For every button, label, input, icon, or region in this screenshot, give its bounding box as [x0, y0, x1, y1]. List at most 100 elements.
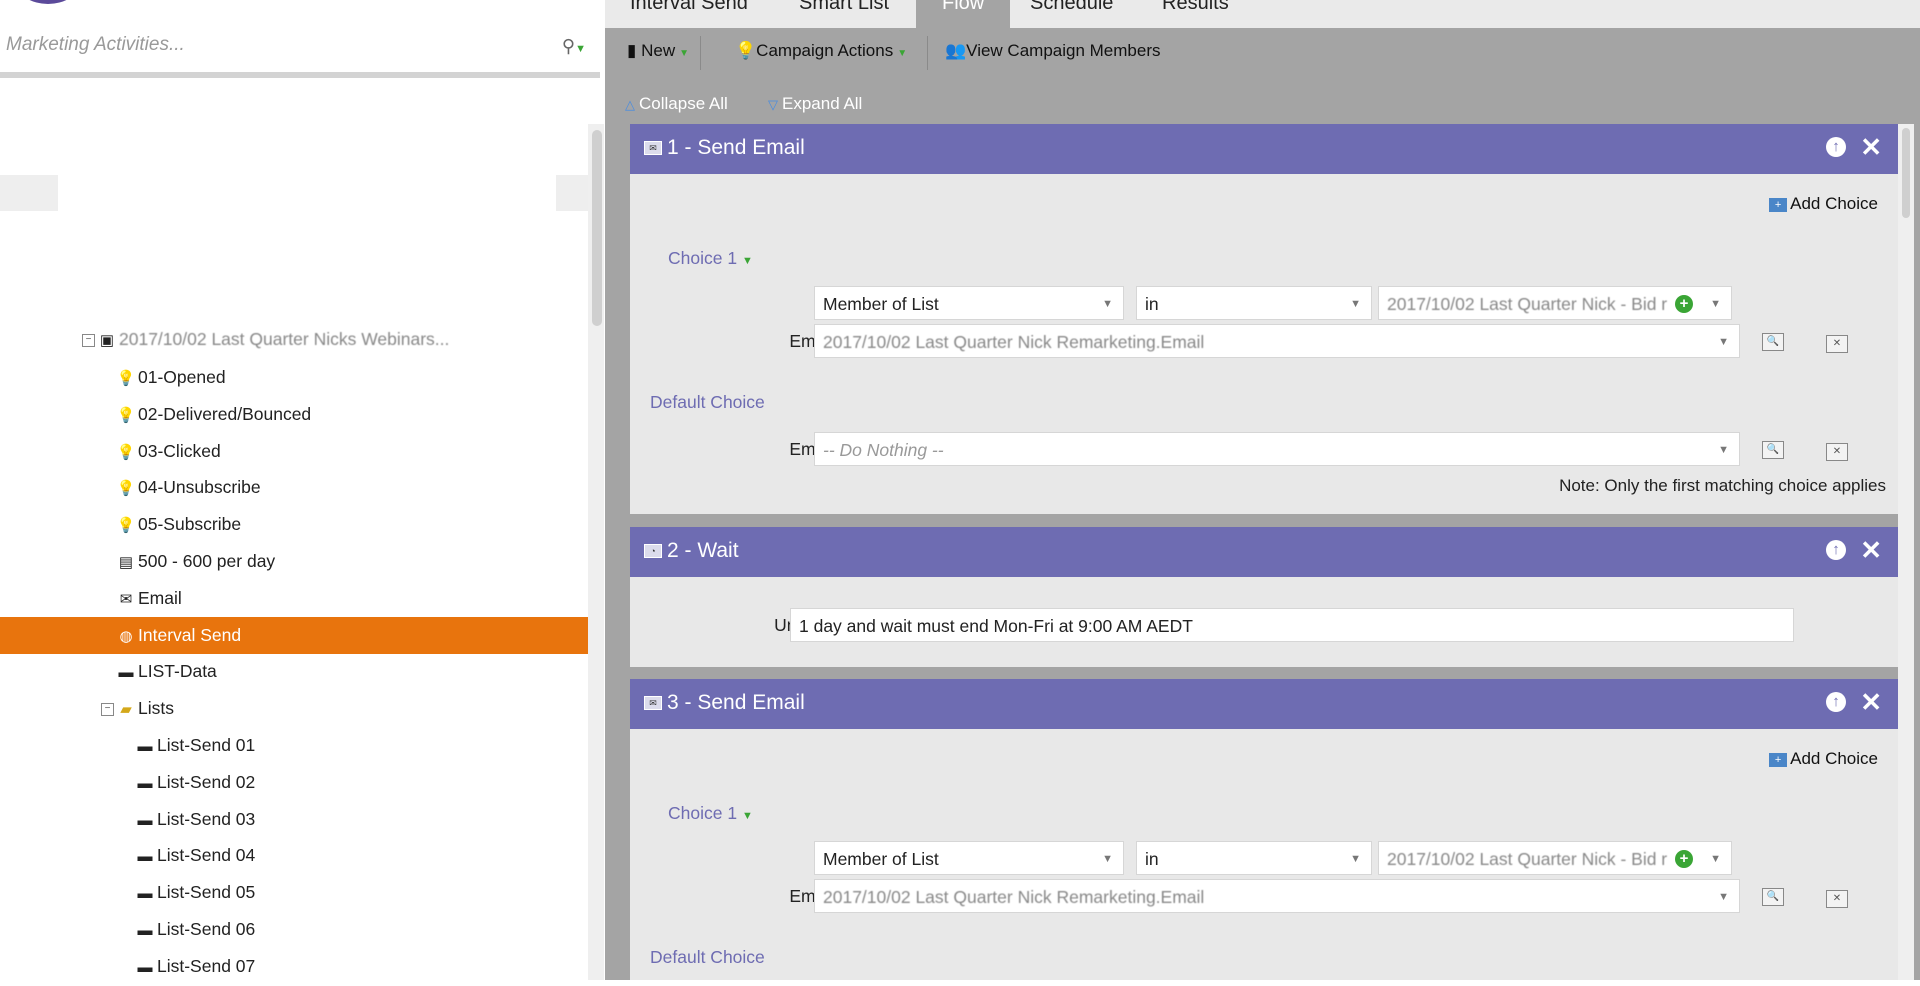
- close-icon[interactable]: ✕: [1860, 535, 1882, 566]
- tree-item[interactable]: 💡 05-Subscribe: [0, 506, 588, 543]
- delete-icon[interactable]: ✕: [1826, 890, 1848, 908]
- tree-folder-lists[interactable]: − ▰ Lists: [0, 690, 689, 727]
- flow-scrollbar[interactable]: [1898, 124, 1914, 980]
- step-header[interactable]: ✉ 3 - Send Email ↑ ✕: [630, 679, 1898, 729]
- campaign-actions-button[interactable]: 💡Campaign Actions ▼: [735, 41, 907, 61]
- if-field-select[interactable]: Member of List ▼: [814, 286, 1124, 320]
- add-choice-icon: +: [1769, 197, 1788, 212]
- choice-label-text: Choice 1: [668, 248, 738, 268]
- add-choice-button[interactable]: + Add Choice: [1769, 194, 1878, 214]
- default-email-value: -- Do Nothing --: [823, 440, 944, 460]
- tree-item[interactable]: ✉ Email: [0, 580, 588, 617]
- close-icon[interactable]: ✕: [1860, 132, 1882, 163]
- tree-list-item[interactable]: ▬ List-Send 02: [0, 764, 588, 801]
- email-select[interactable]: 2017/10/02 Last Quarter Nick Remarketing…: [814, 879, 1740, 913]
- list-icon: ▬: [137, 848, 153, 866]
- add-choice-icon: +: [1769, 752, 1788, 767]
- tab-bar: Interval Send Smart List Flow Schedule R…: [605, 0, 1920, 28]
- default-choice-label: Default Choice: [650, 947, 765, 967]
- list-icon: ▬: [137, 738, 153, 755]
- expand-all-button[interactable]: ▽ Expand All: [768, 94, 862, 114]
- search-input[interactable]: Marketing Activities...: [6, 34, 185, 56]
- tree-item[interactable]: 💡 02-Delivered/Bounced: [0, 396, 588, 433]
- tree-list-label: List-Send 03: [157, 808, 256, 829]
- preview-icon[interactable]: 🔍: [1762, 333, 1784, 351]
- tree-list-item[interactable]: ▬ List-Send 07: [0, 948, 588, 985]
- preview-icon[interactable]: 🔍: [1762, 888, 1784, 906]
- tree-program[interactable]: − ▣ 2017/10/02 Last Quarter Nicks Webinars…: [0, 321, 670, 358]
- lightbulb-icon: 💡: [735, 41, 757, 60]
- tree-list-label: List-Send 05: [157, 882, 256, 903]
- list-value-select[interactable]: 2017/10/02 Last Quarter Nick - Bid r + ▼: [1378, 286, 1732, 320]
- program-icon: ▣: [99, 332, 115, 349]
- tree-item[interactable]: ◍ Interval Send: [0, 616, 588, 654]
- chevron-down-icon: ▼: [1350, 298, 1361, 310]
- logo: [18, 0, 78, 4]
- list-value: 2017/10/02 Last Quarter Nick - Bid r: [1387, 849, 1668, 869]
- step-header[interactable]: ✉ 1 - Send Email ↑ ✕: [630, 124, 1898, 174]
- marketing-activities-panel: Marketing Activities... ⚲▼ − ▣ 2017/10/02 …: [0, 0, 600, 980]
- move-up-icon[interactable]: ↑: [1826, 692, 1846, 712]
- tree-item-label: 05-Subscribe: [138, 514, 242, 535]
- tree-item[interactable]: 💡 04-Unsubscribe: [0, 469, 588, 506]
- until-field[interactable]: 1 day and wait must end Mon-Fri at 9:00 …: [790, 608, 1794, 642]
- email-value: 2017/10/02 Last Quarter Nick Remarketing…: [823, 887, 1205, 907]
- toolbar: ▮ New ▼ 💡Campaign Actions ▼ 👥View Campaign…: [605, 28, 1920, 76]
- if-field-value: Member of List: [823, 294, 939, 314]
- filter-icon[interactable]: ⚲▼: [562, 36, 586, 57]
- collapse-icon[interactable]: −: [82, 333, 95, 347]
- left-scroll-thumb[interactable]: [592, 130, 602, 326]
- tree-item[interactable]: 💡 01-Opened: [0, 359, 588, 396]
- move-up-icon[interactable]: ↑: [1826, 540, 1846, 560]
- chevron-down-icon: ▼: [1102, 298, 1113, 310]
- collapse-all-label: Collapse All: [639, 94, 728, 113]
- new-button[interactable]: ▮ New ▼: [627, 41, 689, 61]
- tree-item[interactable]: ▬ LIST-Data: [0, 653, 588, 690]
- tree-list-item[interactable]: ▬ List-Send 03: [0, 801, 588, 838]
- view-members-label: View Campaign Members: [966, 41, 1161, 60]
- chevron-down-icon: ▼: [1718, 444, 1729, 456]
- delete-icon[interactable]: ✕: [1826, 443, 1848, 461]
- tree-list-item[interactable]: ▬ List-Send 05: [0, 874, 588, 911]
- view-campaign-members-button[interactable]: 👥View Campaign Members: [945, 41, 1161, 61]
- tree-program-label: 2017/10/02 Last Quarter Nicks Webinars..…: [119, 329, 450, 349]
- choice-label[interactable]: Choice 1 ▼: [668, 803, 753, 824]
- choice-label[interactable]: Choice 1 ▼: [668, 248, 753, 269]
- tab-results[interactable]: Results: [1162, 0, 1229, 28]
- delete-icon[interactable]: ✕: [1826, 335, 1848, 353]
- tab-schedule[interactable]: Schedule: [1030, 0, 1113, 28]
- close-icon[interactable]: ✕: [1860, 687, 1882, 718]
- tab-smart-list[interactable]: Smart List: [799, 0, 889, 28]
- choice-label-text: Choice 1: [668, 803, 738, 823]
- add-icon[interactable]: +: [1675, 850, 1693, 868]
- lightbulb-icon: 💡: [116, 370, 136, 387]
- preview-icon[interactable]: 🔍: [1762, 441, 1784, 459]
- lightbulb-icon: 💡: [116, 517, 136, 535]
- search-bar[interactable]: Marketing Activities... ⚲▼: [0, 22, 600, 78]
- add-icon[interactable]: +: [1675, 295, 1693, 313]
- default-email-select[interactable]: -- Do Nothing -- ▼: [814, 432, 1740, 466]
- operator-select[interactable]: in ▼: [1136, 841, 1372, 875]
- step-header[interactable]: ◔ 2 - Wait ↑ ✕: [630, 527, 1898, 577]
- tree-list-item[interactable]: ▬ List-Send 04: [0, 837, 588, 874]
- collapse-icon[interactable]: −: [101, 702, 114, 716]
- list-value-select[interactable]: 2017/10/02 Last Quarter Nick - Bid r + ▼: [1378, 841, 1732, 875]
- chevron-down-icon: ▼: [1350, 853, 1361, 865]
- tab-flow[interactable]: Flow: [916, 0, 1011, 28]
- lightbulb-icon: 💡: [116, 443, 136, 461]
- operator-select[interactable]: in ▼: [1136, 286, 1372, 320]
- move-up-icon[interactable]: ↑: [1826, 137, 1846, 157]
- tab-interval-send[interactable]: Interval Send: [630, 0, 748, 28]
- email-select[interactable]: 2017/10/02 Last Quarter Nick Remarketing…: [814, 324, 1740, 358]
- collapse-all-button[interactable]: △ Collapse All: [625, 94, 728, 114]
- tree-list-item[interactable]: ▬ List-Send 01: [0, 727, 588, 764]
- add-choice-button[interactable]: + Add Choice: [1769, 749, 1878, 769]
- step-title: 1 - Send Email: [667, 136, 805, 159]
- tree-item-label: LIST-Data: [138, 661, 217, 682]
- default-choice-label: Default Choice: [650, 392, 765, 412]
- flow-scroll-thumb[interactable]: [1902, 128, 1910, 218]
- tree-item[interactable]: ▤ 500 - 600 per day: [0, 543, 588, 580]
- tree-item[interactable]: 💡 03-Clicked: [0, 433, 588, 470]
- tree-list-item[interactable]: ▬ List-Send 06: [0, 911, 588, 948]
- if-field-select[interactable]: Member of List ▼: [814, 841, 1124, 875]
